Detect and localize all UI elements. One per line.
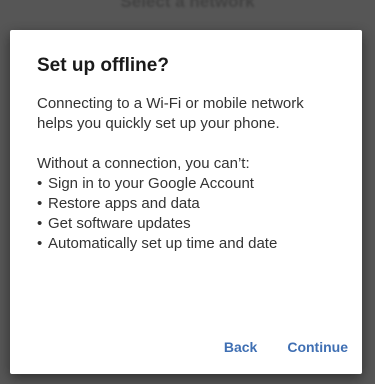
back-button[interactable]: Back (224, 339, 257, 355)
dialog-actions: Back Continue (224, 339, 348, 355)
limits-list: Sign in to your Google Account Restore a… (37, 174, 344, 254)
limit-item-updates: Get software updates (37, 214, 344, 234)
limit-item-restore: Restore apps and data (37, 194, 344, 214)
limit-item-sign-in: Sign in to your Google Account (37, 174, 344, 194)
dialog-intro-text: Connecting to a Wi-Fi or mobile network … (37, 95, 304, 132)
limit-item-time-date: Automatically set up time and date (37, 234, 344, 254)
limits-heading: Without a connection, you can’t: (37, 155, 250, 172)
dialog-body: Connecting to a Wi-Fi or mobile network … (37, 94, 344, 254)
dialog-title: Set up offline? (37, 55, 169, 76)
setup-offline-dialog: Set up offline? Connecting to a Wi-Fi or… (10, 30, 362, 374)
continue-button[interactable]: Continue (287, 339, 348, 355)
